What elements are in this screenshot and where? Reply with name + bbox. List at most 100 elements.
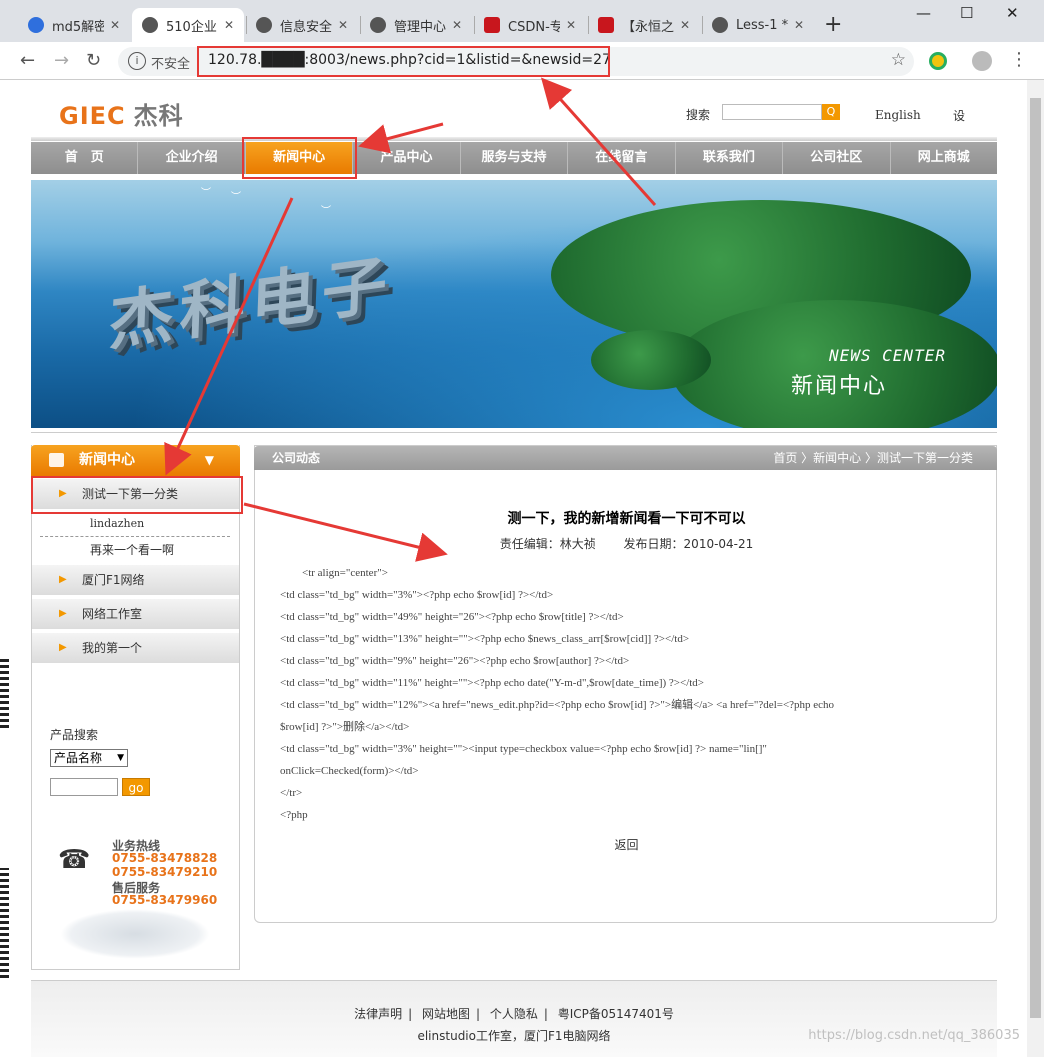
tab-md5[interactable]: md5解密 ✕ <box>18 8 130 42</box>
info-icon[interactable]: i <box>128 52 146 70</box>
csdn-icon <box>484 17 500 33</box>
sidebar-subitem-lindazhen[interactable]: lindazhen <box>40 511 230 537</box>
tab-title: CSDN-专 <box>508 19 560 35</box>
bird-icon: ︶ <box>231 192 241 203</box>
globe-icon <box>256 17 272 33</box>
back-link[interactable]: 返回 <box>255 836 998 853</box>
bullet-icon: ▶ <box>59 574 67 585</box>
banner-divider <box>31 432 997 433</box>
search-icon[interactable]: Q <box>822 104 840 120</box>
go-button[interactable]: go <box>122 778 150 796</box>
insecure-label: 不安全 <box>151 57 191 72</box>
bullet-icon: ▶ <box>59 642 67 653</box>
extension-icon[interactable] <box>929 52 947 70</box>
sidebar: 新闻中心 ▼ ▶ 测试一下第一分类 lindazhen 再来一个看一啊 ▶ 厦门… <box>31 445 240 970</box>
sidebar-item-label: 网络工作室 <box>82 607 143 621</box>
sidebar-item-xiamen[interactable]: ▶ 厦门F1网络 <box>32 565 239 595</box>
body-line: <td class="td_bg" width="12%"><a href="n… <box>280 699 835 711</box>
article-date: 发布日期：2010-04-21 <box>623 537 754 551</box>
site-page: GIEC 杰科 搜索 Q English 设 首 页 企业介绍 新闻中心 产品中心… <box>31 80 997 1057</box>
product-search-input[interactable] <box>50 778 118 796</box>
banner-en-title: NEWS CENTER <box>829 346 946 365</box>
close-icon[interactable]: ✕ <box>794 18 804 32</box>
triangle-down-icon[interactable]: ▼ <box>205 445 214 476</box>
logo-en: GIEC <box>59 102 126 130</box>
nav-products[interactable]: 产品中心 <box>353 142 461 174</box>
scrollbar-thumb[interactable] <box>1030 98 1041 1018</box>
sidebar-subitem-again[interactable]: 再来一个看一啊 <box>40 537 230 563</box>
folder-icon <box>49 453 64 467</box>
globe-icon <box>370 17 386 33</box>
settings-link[interactable]: 设 <box>953 107 965 124</box>
bookmark-star-icon[interactable]: ☆ <box>891 50 906 70</box>
article-editor: 责任编辑：林大祯 <box>499 537 596 551</box>
close-icon[interactable]: ✕ <box>110 18 120 32</box>
breadcrumb[interactable]: 首页 〉新闻中心 〉测试一下第一分类 <box>773 446 973 470</box>
close-icon[interactable]: ✕ <box>452 18 462 32</box>
nav-shop[interactable]: 网上商城 <box>891 142 997 174</box>
csdn-icon <box>598 17 614 33</box>
forward-arrow-icon[interactable]: → <box>54 50 69 71</box>
left-background-strip <box>0 80 10 1057</box>
close-icon[interactable]: ✕ <box>224 18 234 32</box>
vertical-scrollbar[interactable] <box>1027 80 1044 1057</box>
body-line: onClick=Checked(form)></td> <box>280 765 419 777</box>
nav-service[interactable]: 服务与支持 <box>461 142 569 174</box>
dropdown-arrow-icon: ▼ <box>117 753 124 763</box>
footer-link-sitemap[interactable]: 网站地图 <box>422 1007 470 1021</box>
footer-link-privacy[interactable]: 个人隐私 <box>490 1007 538 1021</box>
tab-eternal[interactable]: 【永恒之 ✕ <box>588 8 700 42</box>
annotation-box-category <box>31 476 243 514</box>
globe-icon <box>142 17 158 33</box>
close-icon[interactable]: ✕ <box>566 18 576 32</box>
minimize-icon[interactable]: — <box>916 4 931 22</box>
body-line: </tr> <box>280 787 303 799</box>
sidebar-item-label: 我的第一个 <box>82 641 143 655</box>
tab-title: md5解密 <box>52 19 104 35</box>
tab-title: Less-1 * <box>736 17 788 33</box>
hotline-block: ☎ 业务热线 0755-83478828 0755-83479210 售后服务 … <box>50 837 220 967</box>
header-divider <box>31 137 997 141</box>
tab-less1[interactable]: Less-1 * ✕ <box>702 8 814 42</box>
window-close-icon[interactable]: ✕ <box>1006 4 1019 22</box>
footer-icp[interactable]: 粤ICP备05147401号 <box>558 1007 674 1021</box>
product-search-select[interactable]: 产品名称 ▼ <box>50 749 128 767</box>
body-line: $row[id] ?>">删除</a></td> <box>280 721 410 733</box>
article-title: 测一下，我的新增新闻看一下可不可以 <box>507 511 746 527</box>
site-logo[interactable]: GIEC 杰科 <box>59 96 184 131</box>
tab-security[interactable]: 信息安全 ✕ <box>246 8 358 42</box>
nav-message[interactable]: 在线留言 <box>568 142 676 174</box>
banner-island <box>591 330 711 390</box>
back-arrow-icon[interactable]: ← <box>20 50 35 71</box>
telephone-icon: ☎ <box>58 845 91 875</box>
close-icon[interactable]: ✕ <box>680 18 690 32</box>
nav-community[interactable]: 公司社区 <box>783 142 891 174</box>
reload-icon[interactable]: ↻ <box>86 50 101 71</box>
logo-cn: 杰科 <box>133 102 184 130</box>
banner-3d-text: 杰科电子 <box>107 247 395 361</box>
article-meta: 责任编辑：林大祯 发布日期：2010-04-21 <box>255 535 998 552</box>
tab-510[interactable]: 510企业网 ✕ <box>132 8 244 42</box>
maximize-icon[interactable]: ☐ <box>960 4 973 22</box>
sidebar-item-first[interactable]: ▶ 我的第一个 <box>32 633 239 663</box>
close-icon[interactable]: ✕ <box>338 18 348 32</box>
hotline-number: 0755-83479210 <box>112 865 218 879</box>
site-search-input[interactable] <box>722 104 822 120</box>
nav-home[interactable]: 首 页 <box>31 142 139 174</box>
tab-title: 管理中心 <box>394 19 446 35</box>
profile-avatar[interactable] <box>972 51 992 71</box>
service-number: 0755-83479960 <box>112 893 218 907</box>
kebab-menu-icon[interactable]: ⋮ <box>1010 49 1028 70</box>
tab-csdn[interactable]: CSDN-专 ✕ <box>474 8 586 42</box>
nav-contact[interactable]: 联系我们 <box>676 142 784 174</box>
nav-about[interactable]: 企业介绍 <box>138 142 246 174</box>
new-tab-button[interactable]: + <box>824 12 842 37</box>
english-link[interactable]: English <box>875 108 921 122</box>
annotation-box-url <box>197 46 610 77</box>
search-label: 搜索 <box>686 108 711 122</box>
tab-admin[interactable]: 管理中心 ✕ <box>360 8 472 42</box>
sidebar-header: 新闻中心 ▼ <box>31 445 240 476</box>
footer-link-legal[interactable]: 法律声明 <box>354 1007 402 1021</box>
sidebar-item-studio[interactable]: ▶ 网络工作室 <box>32 599 239 629</box>
site-footer: 法律声明 | 网站地图 | 个人隐私 | 粤ICP备05147401号 elinstu… <box>31 980 997 1057</box>
